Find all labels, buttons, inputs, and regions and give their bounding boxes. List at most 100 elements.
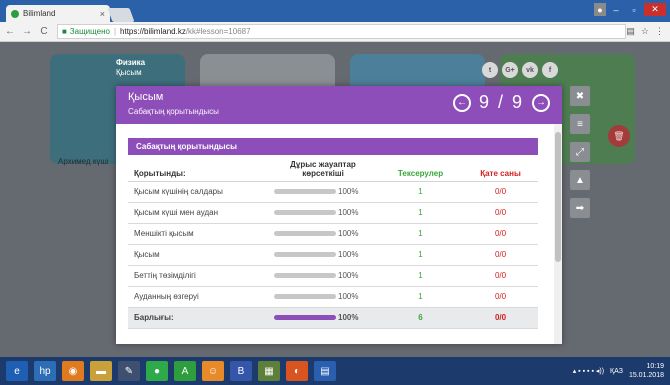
row-topic: Қысым (128, 244, 268, 266)
chrome-icon[interactable]: ◉ (62, 361, 84, 381)
row-errors: 0/0 (463, 202, 538, 224)
photos-icon[interactable]: ▦ (258, 361, 280, 381)
row-correct: 100% (268, 181, 378, 203)
progress-percent: 100% (338, 313, 359, 322)
exit-icon[interactable]: ➡ (570, 198, 590, 218)
warning-icon[interactable]: ▲ (570, 170, 590, 190)
windows-taskbar: e hp ◉ ▬ ✎ ● A ☺ B ▦ ◐ ▤ ▴ ▪ ▪ ▪ ▪ ◂)) Қ… (0, 357, 670, 385)
address-separator: | (113, 27, 117, 36)
progress: 100% (274, 229, 372, 238)
progress-percent: 100% (338, 208, 359, 217)
row-tests: 1 (378, 181, 463, 203)
forward-icon[interactable]: → (20, 26, 34, 37)
table-row: Қысым күшінің салдары 100% 1 0/0 (128, 181, 538, 203)
hp-icon[interactable]: hp (34, 361, 56, 381)
firefox-icon[interactable]: ◐ (286, 361, 308, 381)
bookmark-star-icon[interactable]: ☆ (641, 26, 649, 37)
progress-bar (274, 252, 336, 257)
progress-bar (274, 231, 336, 236)
google-plus-icon[interactable]: G+ (502, 62, 518, 78)
prev-page-button[interactable]: ← (452, 93, 471, 112)
secure-label: Защищено (69, 27, 110, 36)
folder-icon[interactable]: ▬ (90, 361, 112, 381)
list-icon[interactable]: ≡ (570, 114, 590, 134)
progress-fill (274, 210, 336, 215)
col-errors: Қате саны (463, 155, 538, 182)
progress-bar (274, 189, 336, 194)
progress-bar (274, 294, 336, 299)
row-errors: 0/0 (463, 265, 538, 287)
browser-tab[interactable]: Bilimland × (6, 5, 110, 22)
scrollbar-thumb[interactable] (555, 132, 561, 262)
restore-icon[interactable]: ▫ (626, 3, 642, 16)
progress-fill (274, 189, 336, 194)
clock-date: 15.01.2018 (628, 372, 664, 379)
row-topic: Барлығы: (128, 307, 268, 329)
word-icon[interactable]: ▤ (314, 361, 336, 381)
row-errors: 0/0 (463, 286, 538, 308)
reload-icon[interactable]: C (37, 26, 51, 37)
clock-time: 10:19 (646, 363, 664, 370)
course-topic: Қысым (116, 68, 142, 77)
row-correct: 100% (268, 244, 378, 266)
row-errors: 0/0 (463, 223, 538, 245)
pager: ← 9 / 9 → (452, 92, 550, 113)
table-row: Қысым 100% 1 0/0 (128, 244, 538, 266)
progress: 100% (274, 187, 372, 196)
row-topic: Ауданның өзгеруі (128, 286, 268, 308)
tray-icons[interactable]: ▴ ▪ ▪ ▪ ▪ ◂)) (573, 367, 604, 375)
language-indicator[interactable]: ҚАЗ (610, 368, 623, 375)
tab-close-icon[interactable]: × (100, 9, 105, 19)
progress: 100% (274, 271, 372, 280)
lock-icon: ■ (61, 27, 67, 36)
table-row: Меншікті қысым 100% 1 0/0 (128, 223, 538, 245)
profile-icon[interactable]: ● (594, 3, 606, 16)
minimize-icon[interactable]: – (608, 3, 624, 16)
close-icon[interactable]: ✖ (570, 86, 590, 106)
window-controls: ● – ▫ ✕ (594, 3, 666, 16)
row-correct: 100% (268, 286, 378, 308)
back-icon[interactable]: ← (3, 26, 17, 37)
progress-percent: 100% (338, 229, 359, 238)
tab-title: Bilimland (23, 9, 56, 18)
next-page-button[interactable]: → (532, 93, 550, 112)
trash-icon[interactable]: 🗑 (608, 125, 630, 147)
progress-fill (274, 273, 336, 278)
address-bar[interactable]: ■ Защищено | https://bilimland.kz/kk#les… (56, 24, 627, 39)
col-correct: Дұрыс жауаптар көрсеткіші (268, 155, 378, 182)
row-correct: 100% (268, 307, 378, 329)
new-tab-button[interactable] (107, 8, 135, 22)
odnoklassniki-icon[interactable]: ☺ (202, 361, 224, 381)
row-topic: Қысым күші мен аудан (128, 202, 268, 224)
app-icon[interactable]: ● (146, 361, 168, 381)
col-topic: Қорытынды: (128, 155, 268, 182)
paint-icon[interactable]: ✎ (118, 361, 140, 381)
app-b-icon[interactable]: B (230, 361, 252, 381)
table-total-row: Барлығы: 100% 6 0/0 (128, 307, 538, 329)
modal-scrollbar[interactable] (554, 124, 562, 344)
row-correct: 100% (268, 265, 378, 287)
twitter-icon[interactable]: t (482, 62, 498, 78)
row-topic: Қысым күшінің салдары (128, 181, 268, 203)
course-name: Физика (116, 58, 146, 67)
ie-icon[interactable]: e (6, 361, 28, 381)
progress-percent: 100% (338, 292, 359, 301)
row-topic: Беттің төзімділігі (128, 265, 268, 287)
row-correct: 100% (268, 223, 378, 245)
fullscreen-icon[interactable]: ⤢ (570, 142, 590, 162)
menu-icon[interactable]: ⋮ (655, 26, 664, 37)
lesson-summary-modal: Қысым Сабақтың қорытындысы ← 9 / 9 → Саб… (116, 86, 562, 344)
translate-icon[interactable]: ▤ (626, 26, 635, 37)
facebook-icon[interactable]: f (542, 62, 558, 78)
summary-table: Қорытынды: Дұрыс жауаптар көрсеткіші Тек… (128, 155, 538, 329)
course-title: Физика Қысым (116, 58, 145, 78)
toolbar-actions: ▤ ☆ ⋮ (626, 26, 664, 37)
bilimland-favicon-icon (11, 9, 19, 18)
clock[interactable]: 10:19 15.01.2018 (629, 362, 664, 380)
progress: 100% (274, 250, 372, 259)
app-a-icon[interactable]: A (174, 361, 196, 381)
progress-fill (274, 315, 336, 320)
vk-icon[interactable]: vk (522, 62, 538, 78)
modal-header: Қысым Сабақтың қорытындысы ← 9 / 9 → (116, 86, 562, 124)
window-close-icon[interactable]: ✕ (644, 3, 666, 16)
